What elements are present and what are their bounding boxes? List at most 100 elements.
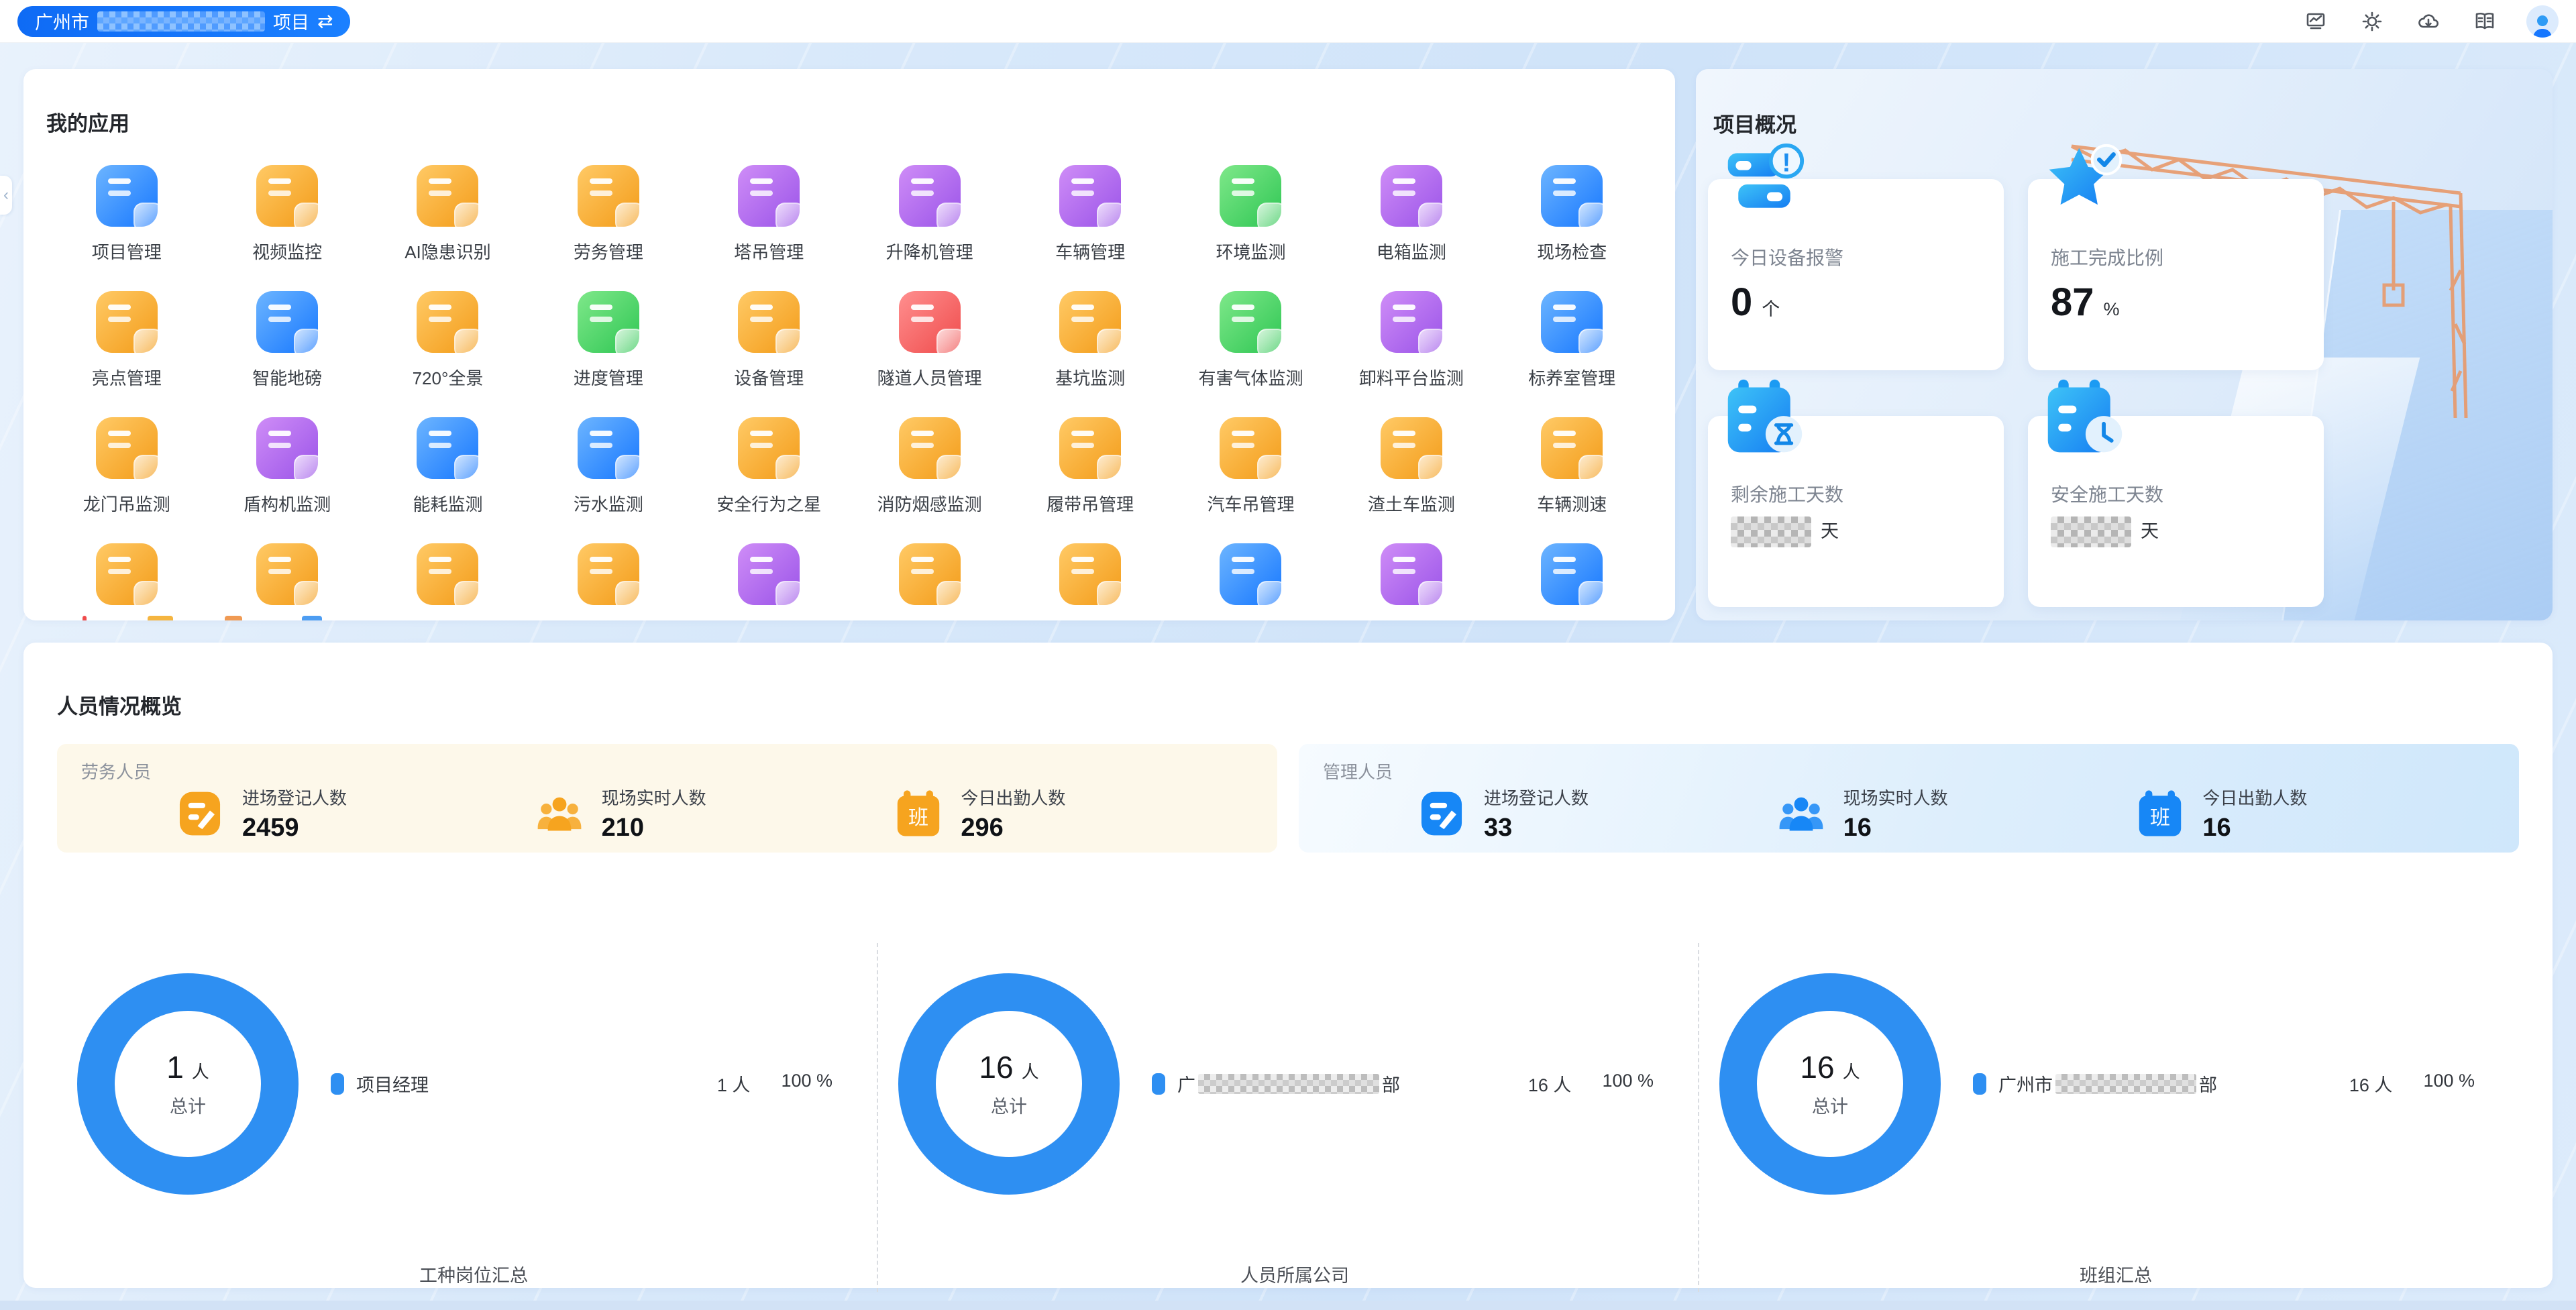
donut-center: 1人 总计 bbox=[115, 1011, 261, 1157]
app-item[interactable]: 720°全景 bbox=[368, 283, 528, 406]
legend-item: 广部 16 人 100 % bbox=[1152, 1071, 1654, 1097]
app-item[interactable]: 共享资料库 bbox=[689, 535, 849, 620]
monitor-chart-icon[interactable] bbox=[2301, 7, 2330, 36]
app-item[interactable]: 龙门吊监测 bbox=[46, 409, 207, 533]
app-item[interactable]: 现场检查 bbox=[1492, 157, 1652, 280]
app-item[interactable]: 渣土车监测 bbox=[1331, 409, 1491, 533]
app-item[interactable]: 塔吊管理 bbox=[689, 157, 849, 280]
shared-library-icon bbox=[738, 543, 800, 605]
icon-device-alert bbox=[1723, 140, 1806, 223]
legend-label: 广部 bbox=[1177, 1071, 1400, 1097]
app-item[interactable]: 项目管理 bbox=[46, 157, 207, 280]
app-item[interactable]: 视频监控 bbox=[207, 157, 367, 280]
app-item[interactable]: AI隐患识别 bbox=[368, 157, 528, 280]
donut-total-value: 16 bbox=[979, 1050, 1013, 1085]
water-drop-energy-icon bbox=[417, 417, 478, 479]
icon-people bbox=[535, 789, 584, 838]
app-item[interactable]: 车辆测速 bbox=[1492, 409, 1652, 533]
legend-count: 16 人 bbox=[1528, 1071, 1572, 1097]
donut-chart-section: 16人 总计 广州市部 16 人 100 % 班组汇总 bbox=[1698, 943, 2519, 1292]
app-label: 龙门吊监测 bbox=[83, 491, 170, 516]
app-item[interactable]: 设备管理 bbox=[689, 283, 849, 406]
cloud-download-icon[interactable] bbox=[2414, 7, 2443, 36]
labor-group-label: 劳务人员 bbox=[81, 759, 1253, 783]
stat-label: 今日出勤人数 bbox=[2202, 785, 2307, 810]
bottom-strip bbox=[0, 1301, 2576, 1310]
router-signal-icon bbox=[738, 291, 800, 353]
overview-stat-card: 今日设备报警 0 个 bbox=[1708, 179, 2004, 370]
app-item[interactable]: 基坑监测 bbox=[1010, 283, 1170, 406]
app-item[interactable]: 有害气体监测 bbox=[1171, 283, 1331, 406]
car-wash-scan-icon bbox=[899, 543, 961, 605]
stat-value: 296 bbox=[961, 814, 1065, 842]
app-item[interactable]: 进度管理 bbox=[528, 283, 688, 406]
gantry-crane-icon bbox=[96, 417, 158, 479]
app-item[interactable]: 压路机监测 bbox=[368, 535, 528, 620]
folder-project-icon bbox=[96, 165, 158, 227]
drawer-handle[interactable]: ‹ bbox=[0, 176, 12, 215]
app-item[interactable]: 电箱监测 bbox=[1331, 157, 1491, 280]
app-item[interactable]: 劳务管理 bbox=[528, 157, 688, 280]
app-item[interactable]: 标养室管理 bbox=[1492, 283, 1652, 406]
app-item[interactable]: 亮点管理 bbox=[46, 283, 207, 406]
stat-value: 16 bbox=[2202, 814, 2307, 842]
app-item[interactable]: 海洋浊度监测 bbox=[1492, 535, 1652, 620]
legend-item: 广州市部 16 人 100 % bbox=[1973, 1071, 2475, 1097]
app-item[interactable]: 能耗监测 bbox=[368, 409, 528, 533]
donut-legend: 项目经理 1 人 100 % bbox=[331, 1071, 870, 1097]
app-item[interactable]: 装载车监测 bbox=[207, 535, 367, 620]
app-item[interactable]: 升降机管理 bbox=[849, 157, 1010, 280]
app-item[interactable]: 卸料平台监测 bbox=[1331, 283, 1491, 406]
personnel-stat: 进场登记人数 33 bbox=[1417, 785, 1776, 842]
app-item[interactable]: 隧道人员管理 bbox=[849, 283, 1010, 406]
sun-thermometer-icon bbox=[1541, 291, 1603, 353]
loader-truck-icon bbox=[256, 543, 318, 605]
legend-item: 项目经理 1 人 100 % bbox=[331, 1071, 833, 1097]
overview-cards-grid: 今日设备报警 0 个 施工完成比例 87 % 剩余施工天数 天 安全施工天数 天 bbox=[1708, 179, 2324, 607]
app-item[interactable]: 车辆冲洗监测 bbox=[849, 535, 1010, 620]
app-item[interactable]: 履带吊管理 bbox=[1010, 409, 1170, 533]
app-label: 海洋浊度监测 bbox=[1519, 617, 1624, 620]
concrete-thermometer-icon bbox=[1059, 543, 1121, 605]
app-label: 消防烟感监测 bbox=[877, 491, 982, 516]
app-item[interactable]: 车辆管理 bbox=[1010, 157, 1170, 280]
power-box-icon bbox=[1381, 165, 1442, 227]
person-magnifier-icon bbox=[1541, 165, 1603, 227]
app-item[interactable]: 安全行为之星 bbox=[689, 409, 849, 533]
project-switcher-pill[interactable]: 广州市 项目 ⇄ bbox=[17, 6, 350, 37]
legend-swatch bbox=[331, 1073, 344, 1095]
overview-stat-unit: 天 bbox=[2141, 516, 2159, 543]
app-label: 隧道人员管理 bbox=[877, 365, 982, 390]
app-item[interactable]: 铺路机监测 bbox=[528, 535, 688, 620]
overview-stat-label: 安全施工天数 bbox=[2051, 480, 2304, 507]
user-avatar[interactable] bbox=[2526, 5, 2559, 38]
app-label: 有害气体监测 bbox=[1198, 365, 1303, 390]
app-label: AI隐患识别 bbox=[405, 239, 491, 264]
app-label: 盾构机监测 bbox=[244, 491, 331, 516]
shield-machine-icon bbox=[256, 417, 318, 479]
app-label: 渣土车监测 bbox=[1368, 491, 1455, 516]
stat-value: 16 bbox=[1843, 814, 1948, 842]
app-item[interactable]: 消防烟感监测 bbox=[849, 409, 1010, 533]
app-item[interactable]: 应急管理 bbox=[1331, 535, 1491, 620]
worker-helmet-icon bbox=[578, 165, 639, 227]
hoist-lift-icon bbox=[899, 165, 961, 227]
manual-book-icon[interactable] bbox=[2470, 7, 2500, 36]
app-item[interactable]: 大体积混凝土测温 bbox=[1010, 535, 1170, 620]
icon-calendar-clock bbox=[2043, 377, 2126, 460]
personnel-stat: 现场实时人数 210 bbox=[535, 785, 894, 842]
app-item[interactable]: 环境监测 bbox=[1171, 157, 1331, 280]
app-item[interactable]: 污水监测 bbox=[528, 409, 688, 533]
app-item[interactable]: 挖掘机监测 bbox=[46, 535, 207, 620]
settings-gear-icon[interactable] bbox=[2357, 7, 2387, 36]
app-item[interactable]: 智能地磅 bbox=[207, 283, 367, 406]
app-label: 720°全景 bbox=[413, 365, 484, 390]
road-roller-icon bbox=[417, 543, 478, 605]
overview-stat-label: 剩余施工天数 bbox=[1731, 480, 1984, 507]
app-item[interactable]: 汽车吊管理 bbox=[1171, 409, 1331, 533]
app-item[interactable]: 潮汐水位监测 bbox=[1171, 535, 1331, 620]
app-item[interactable]: 盾构机监测 bbox=[207, 409, 367, 533]
pit-gauge-icon bbox=[1059, 291, 1121, 353]
donut-charts-row: 1人 总计 项目经理 1 人 100 % 工种岗位汇总 bbox=[57, 943, 2519, 1292]
app-label: 标养室管理 bbox=[1528, 365, 1615, 390]
